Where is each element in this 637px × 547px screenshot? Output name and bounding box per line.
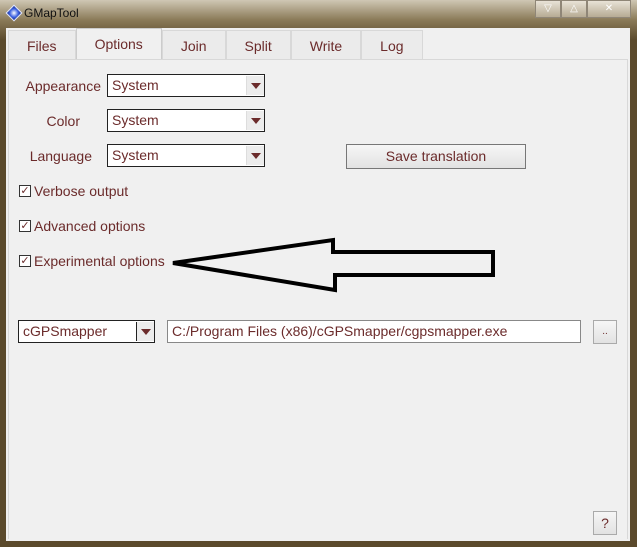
close-button[interactable]: ✕	[587, 0, 631, 18]
client-area: Files Options Join Split Write Log Appea…	[6, 28, 630, 541]
mapper-value: cGPSmapper	[23, 323, 108, 339]
help-button[interactable]: ?	[593, 511, 617, 535]
arrow-annotation-icon	[172, 237, 495, 293]
window-title: GMapTool	[24, 6, 79, 20]
chevron-down-icon[interactable]	[136, 322, 154, 341]
browse-button[interactable]: ..	[593, 320, 617, 344]
minimize-button[interactable]: ▽	[535, 0, 561, 18]
window: GMapTool ▽ △ ✕ Files Options Join Split …	[0, 0, 637, 547]
mapper-select[interactable]: cGPSmapper	[18, 320, 155, 343]
mapper-path-input[interactable]: C:/Program Files (x86)/cGPSmapper/cgpsma…	[167, 320, 581, 343]
app-diamond-icon	[5, 4, 23, 22]
maximize-button[interactable]: △	[561, 0, 587, 18]
